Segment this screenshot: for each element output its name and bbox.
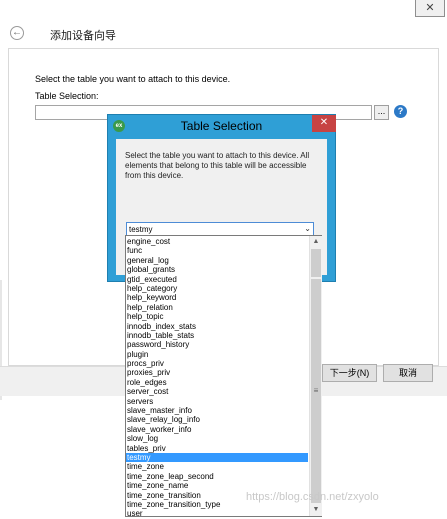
dropdown-item[interactable]: testmy: [126, 452, 308, 463]
dropdown-item[interactable]: user: [126, 509, 308, 518]
scroll-up-icon[interactable]: ▲: [310, 236, 322, 248]
dropdown-item[interactable]: gtid_executed: [126, 275, 308, 284]
dropdown-item[interactable]: func: [126, 246, 308, 255]
dropdown-item[interactable]: innodb_index_stats: [126, 322, 308, 331]
dropdown-scrollbar[interactable]: ▲ ≡ ▼: [309, 236, 322, 516]
dropdown-items: engine_cost func general_log global_grants g…: [126, 237, 308, 519]
dropdown-item[interactable]: time_zone: [126, 462, 308, 471]
wizard-title: 添加设备向导: [50, 30, 116, 42]
dropdown-item[interactable]: general_log: [126, 256, 308, 265]
dropdown-item[interactable]: password_history: [126, 340, 308, 349]
grip-icon: ≡: [313, 386, 319, 395]
dropdown-item[interactable]: plugin: [126, 350, 308, 359]
dropdown-item[interactable]: help_category: [126, 284, 308, 293]
close-button[interactable]: ✕: [415, 0, 445, 17]
dropdown-item[interactable]: tables_priv: [126, 444, 308, 453]
dropdown-item[interactable]: innodb_table_stats: [126, 331, 308, 340]
wizard-header: ← 添加设备向导: [0, 18, 447, 46]
chevron-down-icon[interactable]: ⌄: [304, 224, 311, 233]
dialog-close-button[interactable]: ✕: [312, 115, 336, 132]
next-button[interactable]: 下一步(N): [322, 364, 377, 382]
dropdown-item[interactable]: engine_cost: [126, 237, 308, 246]
dropdown-item[interactable]: slow_log: [126, 434, 308, 443]
dropdown-item[interactable]: slave_worker_info: [126, 425, 308, 434]
watermark: https://blog.csdn.net/zxyolo: [246, 491, 379, 503]
dropdown-item[interactable]: slave_relay_log_info: [126, 415, 308, 424]
dropdown-item[interactable]: server_cost: [126, 387, 308, 396]
dropdown-item[interactable]: help_keyword: [126, 293, 308, 302]
dropdown-item[interactable]: help_relation: [126, 303, 308, 312]
dropdown-item[interactable]: slave_master_info: [126, 406, 308, 415]
dropdown-item[interactable]: proxies_priv: [126, 368, 308, 377]
table-dropdown-list: engine_cost func general_log global_grants g…: [125, 235, 322, 519]
help-icon[interactable]: ?: [394, 105, 407, 118]
dialog-titlebar[interactable]: ex Table Selection ✕: [108, 115, 336, 137]
instruction-text: Select the table you want to attach to t…: [35, 74, 231, 84]
dropdown-item[interactable]: servers: [126, 397, 308, 406]
table-selection-label: Table Selection:: [35, 91, 99, 101]
dropdown-item[interactable]: global_grants: [126, 265, 308, 274]
dropdown-item[interactable]: help_topic: [126, 312, 308, 321]
scrollbar-thumb[interactable]: [311, 249, 321, 277]
table-combobox[interactable]: testmy ⌄: [126, 222, 314, 236]
dialog-description: Select the table you want to attach to t…: [125, 151, 310, 180]
scroll-down-icon[interactable]: ▼: [310, 504, 322, 516]
back-arrow-icon[interactable]: ←: [10, 26, 24, 40]
dropdown-item[interactable]: role_edges: [126, 378, 308, 387]
dropdown-item[interactable]: time_zone_leap_second: [126, 472, 308, 481]
dropdown-item[interactable]: procs_priv: [126, 359, 308, 368]
combobox-value: testmy: [129, 225, 153, 234]
dropdown-item[interactable]: time_zone_name: [126, 481, 308, 490]
dialog-title: Table Selection: [180, 119, 263, 133]
browse-button[interactable]: ...: [374, 105, 389, 120]
cancel-button[interactable]: 取消: [383, 364, 433, 382]
